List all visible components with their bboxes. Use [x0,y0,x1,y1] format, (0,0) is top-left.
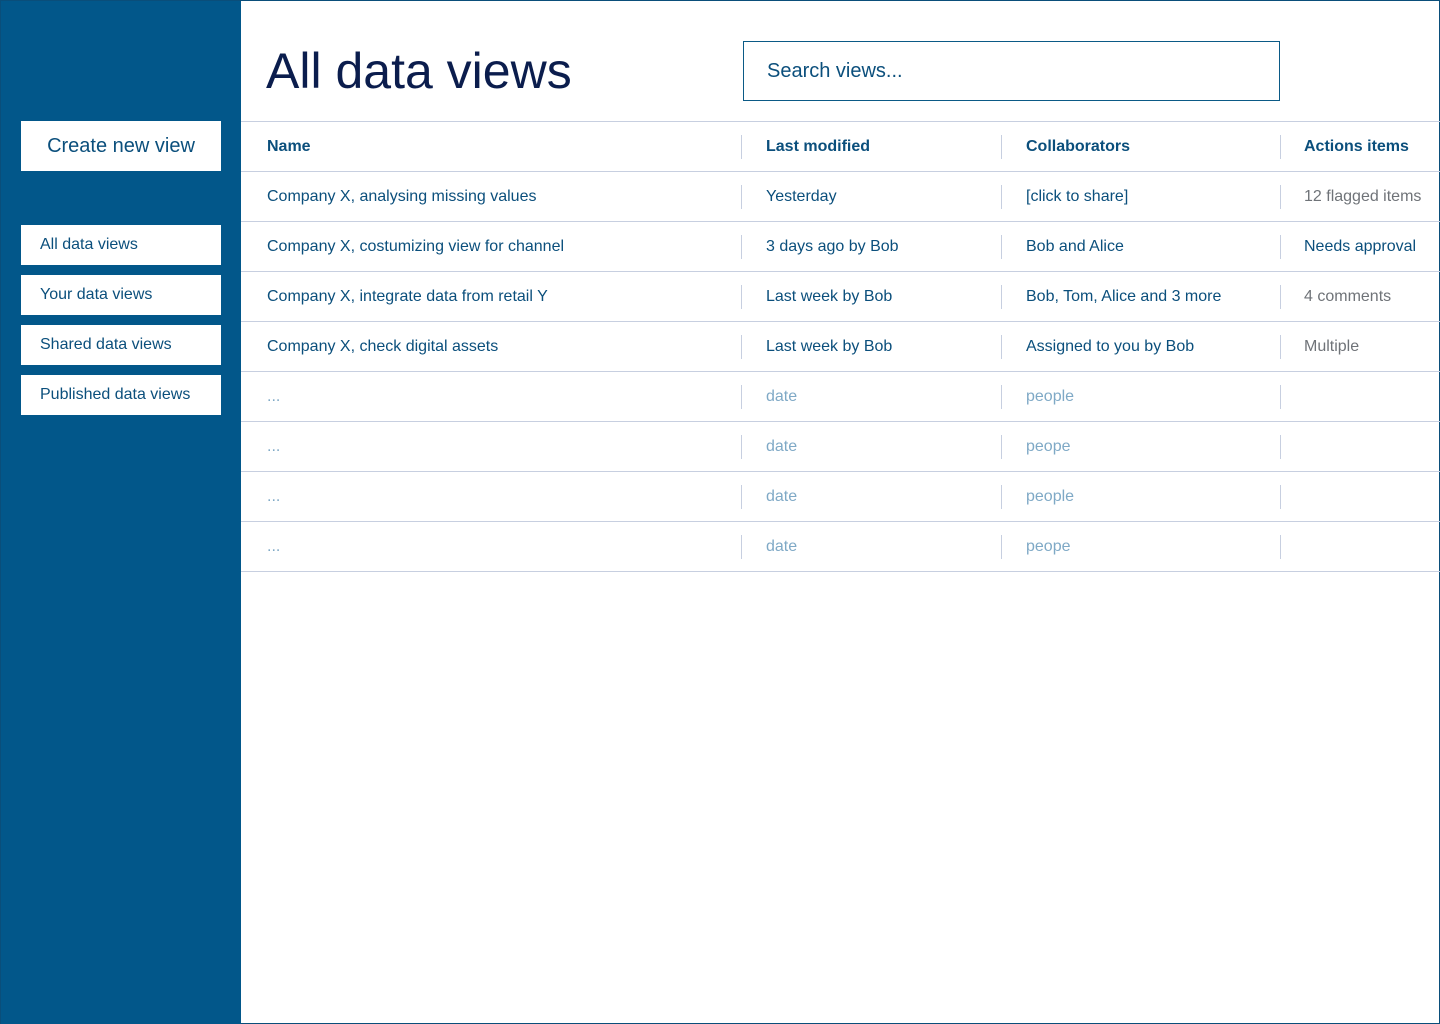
column-divider [1280,385,1281,409]
column-divider [1001,535,1002,559]
column-divider [1001,135,1002,159]
placeholder-row: ... date people [241,471,1440,521]
page-title: All data views [266,43,572,99]
row-last-modified: date [766,388,798,405]
row-last-modified: date [766,488,798,505]
row-last-modified: Yesterday [766,188,837,205]
column-divider [741,235,742,259]
column-divider [1001,485,1002,509]
sidebar-item-your-data-views[interactable]: Your data views [21,275,221,315]
placeholder-row: ... date peope [241,521,1440,571]
row-name[interactable]: Company X, integrate data from retail Y [267,272,548,322]
column-header-last-modified[interactable]: Last modified [766,122,870,172]
column-divider [1280,335,1281,359]
table-row[interactable]: Company X, integrate data from retail Y … [241,271,1440,321]
table-row[interactable]: Company X, analysing missing values Yest… [241,171,1440,221]
table-row[interactable]: Company X, costumizing view for channel … [241,221,1440,271]
row-name: ... [267,388,281,405]
row-collaborators: peope [1026,538,1071,555]
row-collaborators: people [1026,488,1075,505]
row-collaborators[interactable]: Bob, Tom, Alice and 3 more [1026,272,1221,322]
row-name: ... [267,438,281,455]
placeholder-row: ... date people [241,371,1440,421]
row-collaborators: people [1026,388,1075,405]
column-divider [1001,435,1002,459]
column-divider [1280,485,1281,509]
column-divider [741,485,742,509]
row-action-items[interactable]: Multiple [1304,322,1359,372]
row-action-items[interactable]: 4 comments [1304,272,1391,322]
column-divider [741,435,742,459]
row-name[interactable]: Company X, check digital assets [267,322,498,372]
row-name: ... [267,488,281,505]
sidebar-nav: All data views Your data views Shared da… [21,225,221,425]
column-divider [741,185,742,209]
create-new-view-button[interactable]: Create new view [21,121,221,171]
row-name: ... [267,538,281,555]
column-divider [1001,185,1002,209]
column-divider [741,385,742,409]
sidebar-item-published-data-views[interactable]: Published data views [21,375,221,415]
column-divider [1001,385,1002,409]
row-name[interactable]: Company X, costumizing view for channel [267,222,564,272]
column-divider [1280,435,1281,459]
column-divider [1001,235,1002,259]
row-action-items[interactable]: 12 flagged items [1304,172,1421,222]
table-row[interactable]: Company X, check digital assets Last wee… [241,321,1440,371]
column-divider [1001,285,1002,309]
row-last-modified: date [766,438,798,455]
row-last-modified: date [766,538,798,555]
row-collaborators: peope [1026,438,1071,455]
table-bottom-divider [241,571,1440,572]
column-divider [1001,335,1002,359]
row-last-modified: Last week by Bob [766,288,893,305]
sidebar: Create new view All data views Your data… [1,1,241,1024]
column-divider [741,535,742,559]
column-header-action-items[interactable]: Actions items [1304,122,1409,172]
column-header-name[interactable]: Name [267,122,311,172]
column-divider [1280,185,1281,209]
row-last-modified: 3 days ago by Bob [766,238,899,255]
column-divider [1280,235,1281,259]
row-collaborators[interactable]: Assigned to you by Bob [1026,322,1194,372]
column-divider [741,135,742,159]
sidebar-item-all-data-views[interactable]: All data views [21,225,221,265]
data-views-table: Name Last modified Collaborators Actions… [241,121,1440,572]
row-collaborators[interactable]: Bob and Alice [1026,222,1124,272]
column-divider [741,335,742,359]
row-action-items[interactable]: Needs approval [1304,222,1416,272]
placeholder-row: ... date peope [241,421,1440,471]
row-name[interactable]: Company X, analysing missing values [267,172,536,222]
column-divider [1280,285,1281,309]
table-header-row: Name Last modified Collaborators Actions… [241,121,1440,171]
column-divider [1280,135,1281,159]
row-collaborators[interactable]: [click to share] [1026,172,1128,222]
row-last-modified: Last week by Bob [766,338,893,355]
app-window: Create new view All data views Your data… [0,0,1440,1024]
column-divider [1280,535,1281,559]
search-input[interactable] [767,59,1279,83]
search-box [743,41,1280,101]
column-header-collaborators[interactable]: Collaborators [1026,122,1130,172]
column-divider [741,285,742,309]
sidebar-item-shared-data-views[interactable]: Shared data views [21,325,221,365]
